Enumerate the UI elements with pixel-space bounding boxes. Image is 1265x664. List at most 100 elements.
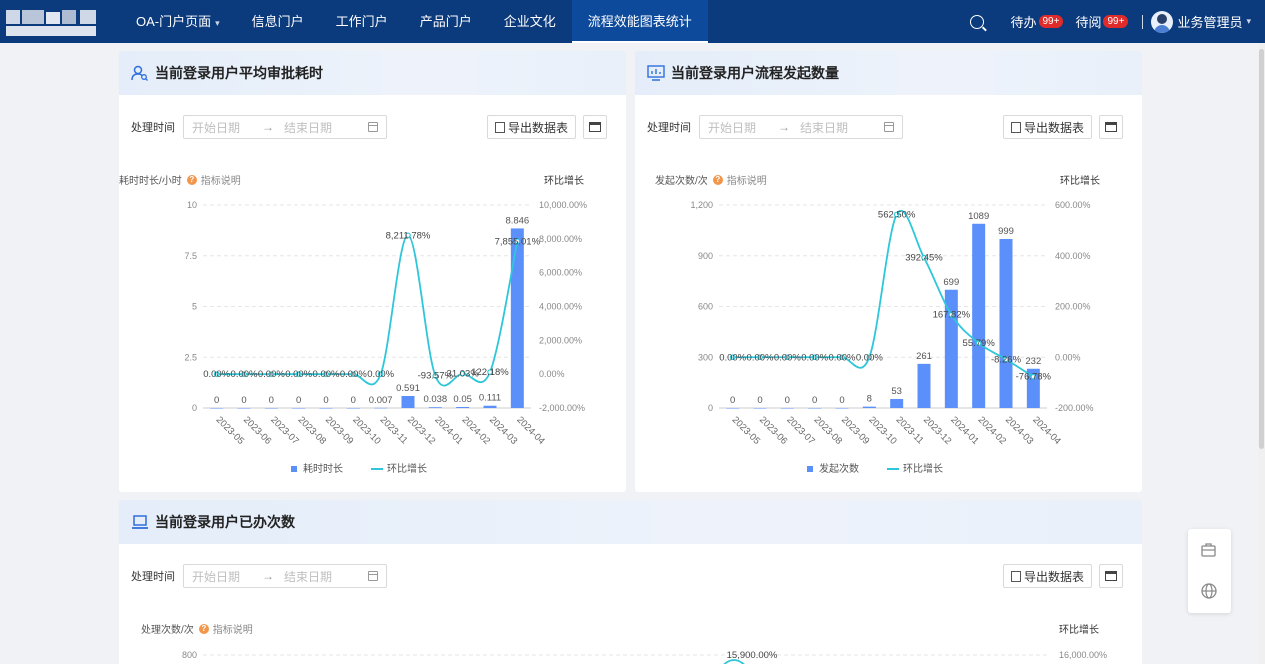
y2-tick-label: 400.00% bbox=[1055, 251, 1091, 261]
line-value-label: 0.00% bbox=[719, 352, 746, 363]
line-value-label: 0.00% bbox=[829, 352, 856, 363]
divider bbox=[1142, 14, 1144, 29]
todo-link[interactable]: 待办 99+ bbox=[1010, 12, 1064, 31]
nav-item-label: 流程效能图表统计 bbox=[587, 14, 692, 29]
bar-value-label: 699 bbox=[943, 277, 959, 288]
bar-value-label: 0 bbox=[812, 395, 817, 406]
chevron-down-icon: ▾ bbox=[1246, 16, 1251, 26]
line-value-label: 7,855.01% bbox=[495, 236, 541, 247]
bar-value-label: 0 bbox=[241, 395, 246, 406]
bar bbox=[890, 399, 904, 408]
y2-tick-label: 16,000.00% bbox=[1059, 650, 1107, 660]
bar-value-label: 0 bbox=[296, 395, 301, 406]
nav-item-1[interactable]: 信息门户 bbox=[236, 0, 320, 43]
bar-value-label: 53 bbox=[891, 386, 902, 397]
bar bbox=[999, 239, 1013, 408]
line-value-label: -8.26% bbox=[991, 354, 1022, 365]
nav-item-label: 信息门户 bbox=[251, 14, 304, 29]
line-value-label: 8,211.78% bbox=[386, 230, 431, 241]
line-value-label: 55.79% bbox=[963, 338, 996, 349]
bar bbox=[237, 408, 251, 409]
bar-value-label: 0 bbox=[269, 395, 274, 406]
nav-item-5[interactable]: 流程效能图表统计 bbox=[571, 0, 708, 43]
toread-link[interactable]: 待阅 99+ bbox=[1075, 12, 1129, 31]
page-scrollbar[interactable] bbox=[1258, 43, 1265, 664]
bar-value-label: 8 bbox=[867, 394, 872, 405]
y-tick-label: 0 bbox=[192, 403, 197, 413]
panel-handled-count: 当前登录用户已办次数 处理时间 开始日期 → 结束日期 导出数据表 处理次数/次… bbox=[119, 500, 1142, 664]
x-tick-label: 2023-10 bbox=[350, 414, 382, 446]
briefcase-icon[interactable] bbox=[1200, 541, 1218, 559]
line-value-label: 0.00% bbox=[801, 352, 828, 363]
bar-value-label: 0 bbox=[839, 395, 844, 406]
x-tick-label: 2023-10 bbox=[866, 414, 898, 446]
bar-value-label: 0.111 bbox=[479, 393, 501, 404]
x-tick-label: 2023-05 bbox=[730, 414, 762, 446]
x-tick-label: 2024-01 bbox=[432, 414, 464, 446]
bar-value-label: 0 bbox=[214, 395, 219, 406]
y2-tick-label: 8,000.00% bbox=[539, 234, 582, 244]
y-tick-label: 300 bbox=[698, 352, 713, 362]
line-value-label: 0.00% bbox=[313, 369, 340, 380]
x-tick-label: 2024-04 bbox=[514, 414, 546, 446]
nav-item-4[interactable]: 企业文化 bbox=[488, 0, 572, 43]
y2-tick-label: 0.00% bbox=[1055, 352, 1081, 362]
search-icon[interactable] bbox=[970, 14, 985, 29]
x-tick-label: 2024-04 bbox=[1030, 414, 1062, 446]
x-tick-label: 2023-09 bbox=[839, 414, 871, 446]
line-value-label: 0.00% bbox=[203, 369, 230, 380]
bar bbox=[510, 228, 524, 408]
legend-bar-swatch bbox=[291, 466, 297, 472]
legend-line-label: 环比增长 bbox=[903, 462, 943, 475]
nav-item-3[interactable]: 产品门户 bbox=[404, 0, 488, 43]
line-value-label: -76.78% bbox=[1016, 372, 1052, 383]
scrollbar-thumb[interactable] bbox=[1259, 49, 1264, 449]
globe-icon[interactable] bbox=[1200, 582, 1218, 600]
y-tick-label: 800 bbox=[182, 650, 197, 660]
bar bbox=[808, 408, 822, 409]
bar-value-label: 1089 bbox=[968, 211, 989, 222]
bar bbox=[319, 408, 333, 409]
y-tick-label: 5 bbox=[192, 302, 197, 312]
x-tick-label: 2024-03 bbox=[487, 414, 519, 446]
y2-tick-label: 4,000.00% bbox=[539, 302, 582, 312]
bar bbox=[726, 408, 740, 409]
line-value-label: 0.00% bbox=[367, 369, 394, 380]
bar bbox=[210, 408, 224, 409]
line-value-label: 0.00% bbox=[747, 352, 774, 363]
line-value-label: 122.18% bbox=[471, 367, 509, 378]
bar-value-label: 0.007 bbox=[369, 395, 393, 406]
x-tick-label: 2023-09 bbox=[323, 414, 355, 446]
y-tick-label: 600 bbox=[698, 302, 713, 312]
nav-item-0[interactable]: OA-门户页面 ▾ bbox=[120, 0, 236, 43]
legend-line-label: 环比增长 bbox=[387, 462, 427, 475]
y-tick-label: 10 bbox=[187, 200, 197, 210]
line-value-label: 0.00% bbox=[258, 369, 285, 380]
company-logo[interactable] bbox=[2, 4, 106, 40]
nav-item-2[interactable]: 工作门户 bbox=[320, 0, 404, 43]
line-value-label: 15,900.00% bbox=[727, 650, 778, 661]
x-tick-label: 2023-06 bbox=[241, 414, 273, 446]
legend-bar-swatch bbox=[807, 466, 813, 472]
bar-value-label: 0 bbox=[757, 395, 762, 406]
todo-badge: 99+ bbox=[1038, 15, 1064, 28]
x-tick-label: 2024-02 bbox=[976, 414, 1008, 446]
bar bbox=[401, 396, 415, 408]
chart-process-initiated-count: 0 300 600 900 1,200 -200.00% 0.00% 200.00% 400.0… bbox=[690, 200, 1093, 475]
toread-label: 待阅 bbox=[1075, 15, 1102, 30]
y-tick-label: 1,200 bbox=[690, 200, 713, 210]
nav-item-label: OA-门户页面 bbox=[136, 14, 212, 29]
y-tick-label: 900 bbox=[698, 251, 713, 261]
bar-value-label: 0 bbox=[785, 395, 790, 406]
bar bbox=[264, 408, 278, 409]
bar bbox=[862, 406, 876, 408]
bar-value-label: 0.591 bbox=[396, 383, 420, 394]
bar-value-label: 8.846 bbox=[505, 215, 529, 226]
user-menu[interactable]: 业务管理员 ▾ bbox=[1151, 10, 1251, 33]
x-tick-label: 2023-08 bbox=[296, 414, 328, 446]
y2-tick-label: 600.00% bbox=[1055, 200, 1091, 210]
nav-item-label: 工作门户 bbox=[335, 14, 388, 29]
nav-item-label: 产品门户 bbox=[419, 14, 472, 29]
line-value-label: 167.82% bbox=[933, 310, 971, 321]
panel-avg-approval-time: 当前登录用户平均审批耗时 处理时间 开始日期 → 结束日期 导出数据表 耗时时长… bbox=[119, 51, 626, 492]
